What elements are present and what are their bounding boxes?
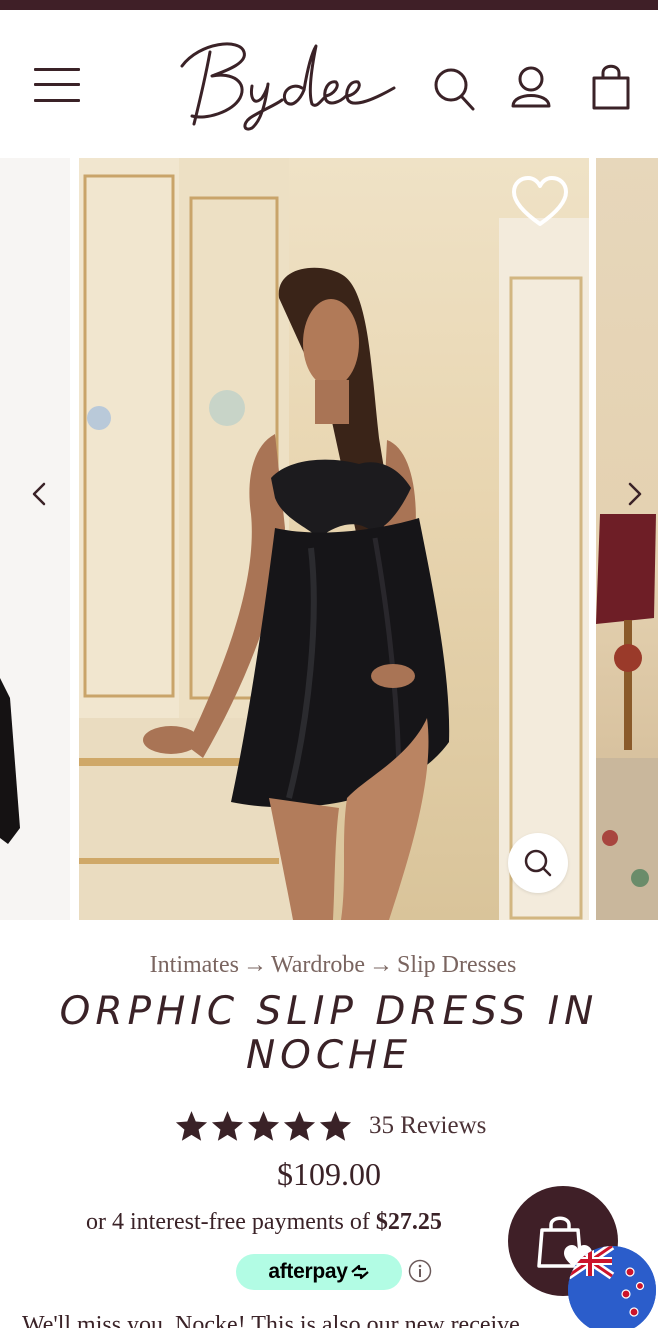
breadcrumb-separator: →: [369, 952, 393, 978]
main-product-image[interactable]: [79, 158, 589, 920]
product-photo: [79, 158, 589, 920]
star-icon: [283, 1111, 316, 1141]
breadcrumb: Intimates → Wardrobe → Slip Dresses: [0, 952, 658, 979]
description-text: We'll miss you. Nocke! This is also our …: [22, 1312, 538, 1328]
shopping-bag-icon[interactable]: [588, 62, 634, 114]
reviews-link[interactable]: 35 Reviews: [369, 1112, 486, 1140]
search-icon: [524, 849, 552, 877]
next-product-image[interactable]: [596, 158, 658, 920]
brand-logo[interactable]: [170, 28, 410, 133]
previous-image-preview: [0, 678, 20, 844]
announcement-bar: [0, 0, 658, 10]
breadcrumb-separator: →: [242, 952, 267, 978]
star-icon: [319, 1111, 352, 1141]
installments-text: or 4 interest-free payments of $27.25: [86, 1209, 442, 1236]
menu-button[interactable]: [34, 66, 82, 104]
new-zealand-flag-icon: [568, 1246, 656, 1328]
installment-amount: $27.25: [375, 1209, 442, 1235]
afterpay-badge[interactable]: afterpay: [236, 1254, 402, 1290]
site-header: [0, 10, 658, 158]
star-icon: [211, 1111, 244, 1141]
product-gallery: [0, 158, 658, 920]
breadcrumb-item-intimates[interactable]: Intimates: [150, 952, 239, 978]
rating-stars: [174, 1109, 353, 1143]
breadcrumb-item-slip-dresses[interactable]: Slip Dresses: [397, 952, 516, 978]
menu-line: [34, 83, 80, 86]
menu-line: [34, 99, 80, 102]
star-icon: [175, 1111, 208, 1141]
breadcrumb-item-wardrobe[interactable]: Wardrobe: [271, 952, 365, 978]
star-icon: [247, 1111, 280, 1141]
afterpay-arrows-icon: [350, 1264, 369, 1280]
heart-icon[interactable]: [510, 176, 570, 230]
zoom-button[interactable]: [508, 833, 568, 893]
installments-prefix: or 4 interest-free payments of: [86, 1209, 370, 1235]
search-icon[interactable]: [432, 62, 478, 114]
chevron-right-icon[interactable]: [616, 476, 652, 512]
region-selector[interactable]: [568, 1246, 656, 1328]
product-rating[interactable]: 35 Reviews: [174, 1106, 486, 1146]
afterpay-logo-text: afterpay: [268, 1260, 348, 1283]
product-title: ORPHIC SLIP DRESS IN NOCHE: [59, 989, 599, 1078]
previous-product-image[interactable]: [0, 158, 70, 920]
next-image-preview: [596, 514, 658, 920]
chevron-left-icon[interactable]: [22, 476, 58, 512]
user-icon[interactable]: [508, 62, 554, 114]
menu-line: [34, 68, 80, 71]
info-icon[interactable]: [408, 1259, 432, 1283]
